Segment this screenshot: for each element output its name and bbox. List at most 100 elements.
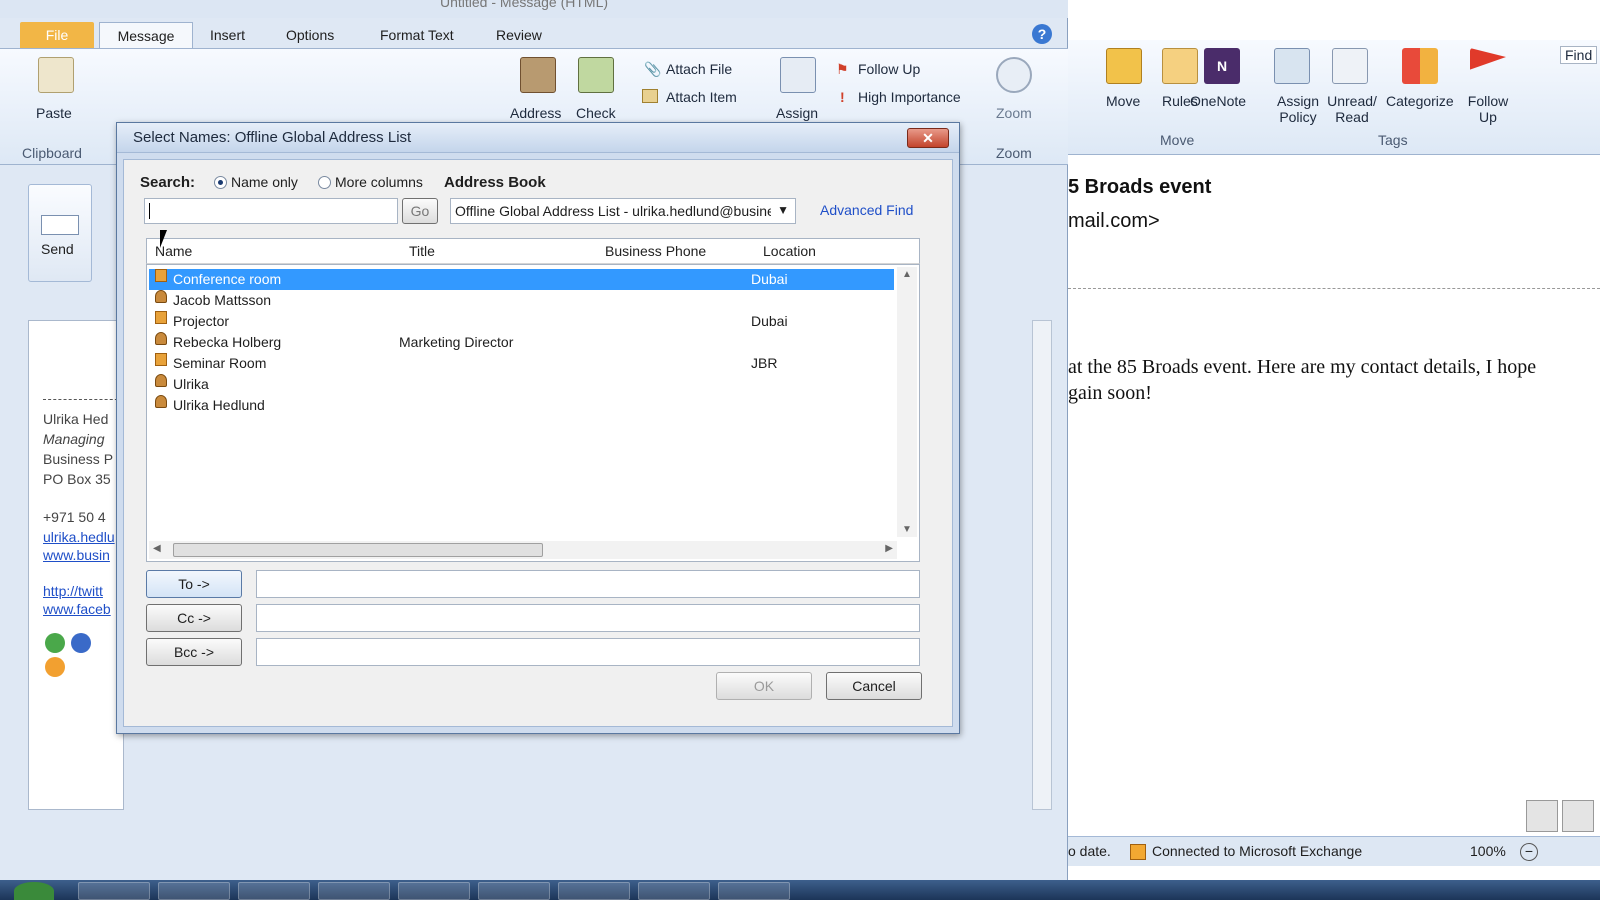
cancel-button[interactable]: Cancel bbox=[826, 672, 922, 700]
search-input[interactable] bbox=[144, 198, 398, 224]
to-button[interactable]: To -> bbox=[146, 570, 242, 598]
bcc-button[interactable]: Bcc -> bbox=[146, 638, 242, 666]
tab-file[interactable]: File bbox=[20, 22, 94, 48]
tab-insert[interactable]: Insert bbox=[200, 22, 255, 48]
name-only-label: Name only bbox=[231, 174, 298, 190]
column-title[interactable]: Title bbox=[409, 243, 435, 259]
ribbon-tabs: File Message Insert Options Format Text … bbox=[0, 20, 1068, 48]
start-button-icon[interactable] bbox=[14, 882, 54, 900]
address-book-button[interactable]: Address bbox=[510, 105, 561, 121]
logo-icon bbox=[71, 633, 91, 653]
results-vertical-scrollbar[interactable]: ▲ ▼ bbox=[897, 267, 917, 537]
zoom-button[interactable]: Zoom bbox=[996, 105, 1032, 121]
advanced-find-link[interactable]: Advanced Find bbox=[820, 202, 913, 218]
quick-access-toolbar: Untitled - Message (HTML) bbox=[0, 0, 1068, 18]
high-importance-icon: ! bbox=[840, 89, 845, 105]
horizontal-scroll-thumb[interactable] bbox=[173, 543, 543, 557]
taskbar-outlook[interactable] bbox=[398, 882, 470, 900]
window-title: Untitled - Message (HTML) bbox=[440, 0, 609, 10]
scroll-down-icon[interactable]: ▼ bbox=[902, 524, 912, 535]
follow-up-button[interactable]: Follow Up bbox=[858, 61, 920, 77]
status-zoom: 100% bbox=[1470, 843, 1506, 859]
signature-facebook-link[interactable]: www.faceb bbox=[43, 601, 111, 617]
tab-format-text[interactable]: Format Text bbox=[370, 22, 464, 48]
main-outlook-window: Move Rules N OneNote Move Assign Policy … bbox=[1068, 0, 1600, 880]
taskbar-word[interactable] bbox=[478, 882, 550, 900]
signature-email-link[interactable]: ulrika.hedlu bbox=[43, 529, 115, 545]
radio-selected-icon bbox=[214, 176, 227, 189]
column-location[interactable]: Location bbox=[763, 243, 816, 259]
follow-up-flag-icon bbox=[1470, 48, 1506, 70]
find-button[interactable]: Find bbox=[1560, 46, 1598, 64]
table-row[interactable]: Projector Dubai bbox=[149, 311, 894, 332]
taskbar-app[interactable] bbox=[558, 882, 630, 900]
close-button[interactable]: ✕ bbox=[907, 128, 949, 148]
bcc-field[interactable] bbox=[256, 638, 920, 666]
compose-vertical-scrollbar[interactable] bbox=[1032, 320, 1052, 810]
to-field[interactable] bbox=[256, 570, 920, 598]
cell-location: Dubai bbox=[751, 271, 788, 287]
table-row[interactable]: Conference room Dubai bbox=[149, 269, 894, 290]
scroll-right-icon[interactable]: ▶ bbox=[885, 543, 893, 554]
assign-task-button[interactable]: Assign bbox=[776, 105, 818, 121]
name-only-radio[interactable]: Name only bbox=[214, 174, 298, 190]
chevron-down-icon: ▼ bbox=[777, 203, 789, 217]
onenote-button[interactable]: OneNote bbox=[1190, 93, 1246, 109]
signature-name: Ulrika Hed bbox=[43, 411, 109, 427]
taskbar-app[interactable] bbox=[718, 882, 790, 900]
assign-policy-button[interactable]: Assign Policy bbox=[1270, 93, 1326, 125]
cc-field[interactable] bbox=[256, 604, 920, 632]
address-book-value: Offline Global Address List - ulrika.hed… bbox=[455, 203, 771, 219]
taskbar-app[interactable] bbox=[318, 882, 390, 900]
results-horizontal-scrollbar[interactable]: ◀ ▶ bbox=[149, 541, 897, 559]
attach-item-button[interactable]: Attach Item bbox=[666, 89, 737, 105]
people-pane-avatar[interactable] bbox=[1526, 800, 1558, 832]
table-row[interactable]: Ulrika bbox=[149, 374, 894, 395]
signature-twitter-link[interactable]: http://twitt bbox=[43, 583, 103, 599]
check-names-button[interactable]: Check bbox=[576, 105, 616, 121]
address-book-dropdown[interactable]: Offline Global Address List - ulrika.hed… bbox=[450, 198, 796, 224]
table-row[interactable]: Jacob Mattsson bbox=[149, 290, 894, 311]
follow-up-button[interactable]: Follow Up bbox=[1462, 93, 1514, 125]
high-importance-button[interactable]: High Importance bbox=[858, 89, 961, 105]
categorize-button[interactable]: Categorize bbox=[1386, 93, 1454, 109]
taskbar-explorer[interactable] bbox=[78, 882, 150, 900]
reading-from: mail.com> bbox=[1068, 210, 1160, 232]
tab-message[interactable]: Message bbox=[99, 22, 193, 48]
unread-read-button[interactable]: Unread/ Read bbox=[1322, 93, 1382, 125]
results-list: Conference room Dubai Jacob Mattsson Projec… bbox=[146, 264, 920, 562]
scroll-left-icon[interactable]: ◀ bbox=[153, 543, 161, 554]
attach-file-button[interactable]: Attach File bbox=[666, 61, 732, 77]
ok-button[interactable]: OK bbox=[716, 672, 812, 700]
categorize-icon bbox=[1402, 48, 1438, 84]
send-button[interactable]: Send bbox=[28, 184, 92, 282]
table-row[interactable]: Ulrika Hedlund bbox=[149, 395, 894, 416]
dialog-title: Select Names: Offline Global Address Lis… bbox=[133, 129, 412, 146]
address-book-icon bbox=[520, 57, 556, 93]
cell-name: Conference room bbox=[173, 271, 282, 287]
paste-icon bbox=[38, 57, 74, 93]
column-business-phone[interactable]: Business Phone bbox=[605, 243, 706, 259]
tab-options[interactable]: Options bbox=[276, 22, 344, 48]
people-pane-avatar[interactable] bbox=[1562, 800, 1594, 832]
move-group-label: Move bbox=[1160, 132, 1195, 148]
signature-web-link[interactable]: www.busin bbox=[43, 547, 110, 563]
taskbar-browser[interactable] bbox=[238, 882, 310, 900]
tab-review[interactable]: Review bbox=[486, 22, 552, 48]
exchange-icon bbox=[1130, 844, 1146, 860]
cc-button[interactable]: Cc -> bbox=[146, 604, 242, 632]
help-icon[interactable]: ? bbox=[1032, 24, 1052, 44]
table-row[interactable]: Rebecka Holberg Marketing Director bbox=[149, 332, 894, 353]
table-row[interactable]: Seminar Room JBR bbox=[149, 353, 894, 374]
scroll-up-icon[interactable]: ▲ bbox=[902, 269, 912, 280]
paste-button[interactable]: Paste bbox=[36, 105, 72, 121]
taskbar-powerpoint[interactable] bbox=[638, 882, 710, 900]
zoom-out-icon[interactable]: − bbox=[1520, 843, 1538, 861]
room-icon bbox=[155, 269, 167, 282]
cell-name: Seminar Room bbox=[173, 355, 267, 371]
taskbar-app[interactable] bbox=[158, 882, 230, 900]
message-body[interactable]: Ulrika Hed Managing Business P PO Box 35… bbox=[28, 320, 124, 810]
move-button[interactable]: Move bbox=[1106, 93, 1140, 109]
more-columns-radio[interactable]: More columns bbox=[318, 174, 423, 190]
go-button[interactable]: Go bbox=[402, 198, 438, 224]
